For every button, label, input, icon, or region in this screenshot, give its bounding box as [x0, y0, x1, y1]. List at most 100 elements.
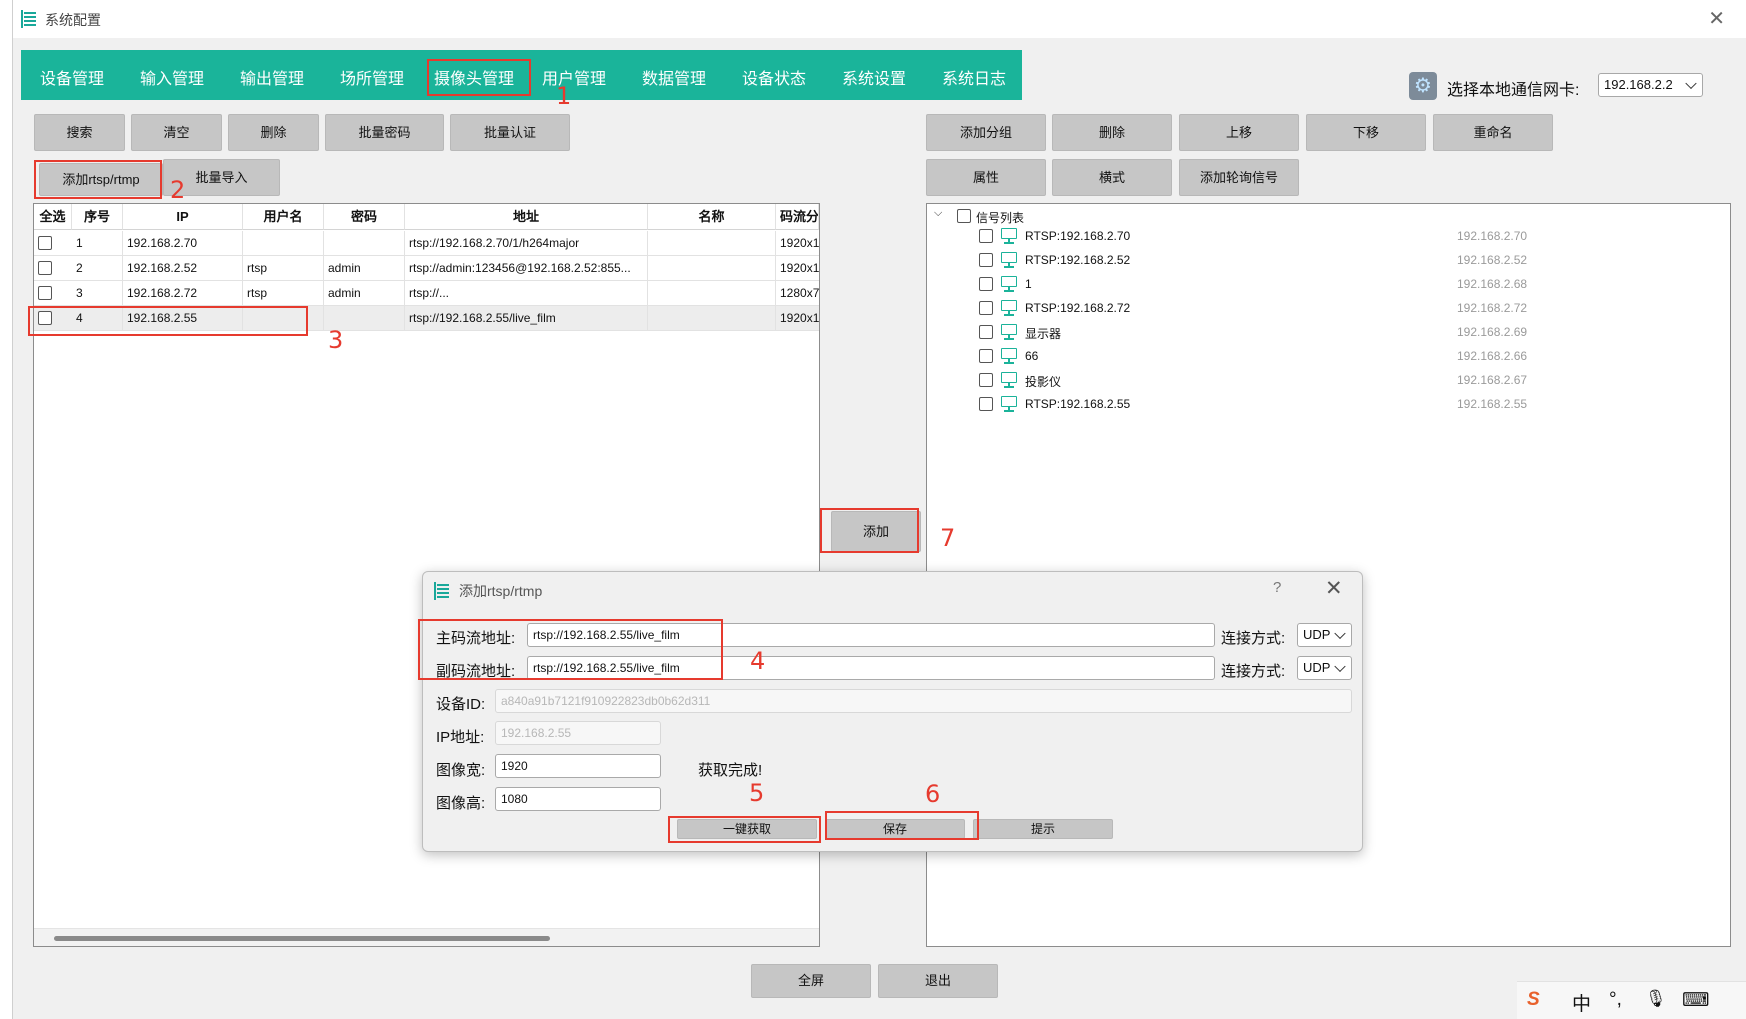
tab-system-settings[interactable]: 系统设置 — [842, 65, 906, 89]
title-bar[interactable]: 系统配置 ✕ — [13, 0, 1746, 38]
row-username — [243, 231, 324, 256]
row-name — [648, 231, 776, 256]
tree-item-ip: 192.168.2.72 — [1457, 301, 1528, 315]
annotation-box-7 — [820, 508, 919, 553]
tab-system-log[interactable]: 系统日志 — [942, 65, 1006, 89]
tree-item[interactable]: 66 192.168.2.66 — [979, 346, 1679, 368]
ime-lang-toggle[interactable]: 中 — [1572, 989, 1591, 1016]
tab-data-mgmt[interactable]: 数据管理 — [642, 65, 706, 89]
scrollbar-thumb[interactable] — [54, 936, 550, 941]
batch-auth-button[interactable]: 批量认证 — [450, 114, 570, 151]
add-polling-signal-button[interactable]: 添加轮询信号 — [1179, 159, 1299, 196]
move-down-button[interactable]: 下移 — [1306, 114, 1426, 151]
tree-item-checkbox[interactable] — [979, 397, 993, 411]
delete-button[interactable]: 删除 — [228, 114, 319, 151]
row-password — [324, 231, 405, 256]
tree-item-checkbox[interactable] — [979, 229, 993, 243]
tree-item[interactable]: RTSP:192.168.2.72 192.168.2.72 — [979, 298, 1679, 320]
annotation-number-1: 1 — [556, 82, 572, 110]
tree-delete-button[interactable]: 删除 — [1052, 114, 1172, 151]
tree-item-checkbox[interactable] — [979, 325, 993, 339]
tab-output-mgmt[interactable]: 输出管理 — [240, 65, 304, 89]
ip-input[interactable]: 192.168.2.55 — [495, 721, 661, 745]
properties-button[interactable]: 属性 — [926, 159, 1046, 196]
help-icon[interactable]: ? — [1273, 579, 1281, 596]
tree-item-label: RTSP:192.168.2.55 — [1025, 397, 1131, 411]
tab-user-mgmt[interactable]: 用户管理 — [542, 65, 606, 89]
tree-item[interactable]: RTSP:192.168.2.70 192.168.2.70 — [979, 226, 1679, 248]
sub-conn-select[interactable]: UDP — [1297, 656, 1352, 680]
row-checkbox[interactable] — [38, 236, 52, 250]
tree-item-label: RTSP:192.168.2.70 — [1025, 229, 1131, 243]
row-checkbox[interactable] — [38, 286, 52, 300]
annotation-box-1 — [427, 59, 531, 96]
row-checkbox[interactable] — [38, 261, 52, 275]
row-stream: 1920x1 — [780, 261, 819, 275]
row-ip: 192.168.2.72 — [123, 281, 243, 306]
annotation-number-5: 5 — [749, 779, 765, 807]
tab-device-mgmt[interactable]: 设备管理 — [40, 65, 104, 89]
keyboard-icon[interactable]: ⌨ — [1682, 989, 1709, 1012]
table-row[interactable]: 1 192.168.2.70 rtsp://192.168.2.70/1/h26… — [34, 231, 819, 256]
ime-logo-icon[interactable]: S — [1527, 989, 1540, 1011]
screen: 系统配置 ✕ 设备管理 输入管理 输出管理 场所管理 摄像头管理 用户管理 数据… — [0, 0, 1746, 1019]
height-input[interactable]: 1080 — [495, 787, 661, 811]
tree-item-label: RTSP:192.168.2.72 — [1025, 301, 1131, 315]
col-ip: IP — [123, 204, 243, 230]
chevron-down-icon — [1334, 627, 1346, 640]
row-index: 3 — [72, 281, 123, 306]
search-button[interactable]: 搜索 — [34, 114, 125, 151]
rename-button[interactable]: 重命名 — [1433, 114, 1553, 151]
tree-item[interactable]: 1 192.168.2.68 — [979, 274, 1679, 296]
tab-venue-mgmt[interactable]: 场所管理 — [340, 65, 404, 89]
microphone-icon[interactable]: 🎙 — [1645, 989, 1667, 1009]
tree-item[interactable]: RTSP:192.168.2.52 192.168.2.52 — [979, 250, 1679, 272]
row-name — [648, 256, 776, 281]
tree-item-checkbox[interactable] — [979, 253, 993, 267]
horizontal-scrollbar[interactable] — [34, 928, 819, 946]
fullscreen-button[interactable]: 全屏 — [751, 964, 871, 998]
col-select-all[interactable]: 全选 — [34, 204, 72, 230]
tree-item-ip: 192.168.2.52 — [1457, 253, 1528, 267]
gear-icon[interactable]: ⚙ — [1409, 72, 1437, 100]
nic-select[interactable]: 192.168.2.2 — [1598, 73, 1703, 97]
tree-item[interactable]: 显示器 192.168.2.69 — [979, 322, 1679, 344]
table-row[interactable]: 2 192.168.2.52 rtsp admin rtsp://admin:1… — [34, 256, 819, 281]
exit-button[interactable]: 退出 — [878, 964, 998, 998]
move-up-button[interactable]: 上移 — [1179, 114, 1299, 151]
row-stream: 1920x1 — [780, 311, 819, 325]
close-icon[interactable]: ✕ — [1325, 576, 1343, 601]
tree-item-ip: 192.168.2.68 — [1457, 277, 1528, 291]
batch-password-button[interactable]: 批量密码 — [325, 114, 444, 151]
annotation-number-6: 6 — [925, 780, 941, 808]
chevron-down-icon[interactable]: ⌵ — [934, 207, 942, 220]
tree-root[interactable]: ⌵ 信号列表 — [927, 206, 1730, 228]
tree-item[interactable]: 投影仪 192.168.2.67 — [979, 370, 1679, 392]
monitor-icon — [1001, 252, 1019, 268]
clear-button[interactable]: 清空 — [131, 114, 222, 151]
tab-device-status[interactable]: 设备状态 — [742, 65, 806, 89]
horizontal-button[interactable]: 横式 — [1052, 159, 1172, 196]
tree-item-checkbox[interactable] — [979, 373, 993, 387]
tree-item-label: 投影仪 — [1025, 375, 1062, 389]
tree-item[interactable]: RTSP:192.168.2.55 192.168.2.55 — [979, 394, 1679, 416]
app-icon — [21, 10, 39, 28]
tree-root-checkbox[interactable] — [957, 209, 971, 223]
monitor-icon — [1001, 300, 1019, 316]
close-icon[interactable]: ✕ — [1708, 9, 1725, 29]
tree-item-checkbox[interactable] — [979, 277, 993, 291]
annotation-box-6 — [825, 811, 979, 840]
device-id-input[interactable]: a840a91b7121f910922823db0b62d311 — [495, 689, 1352, 713]
tree-item-checkbox[interactable] — [979, 301, 993, 315]
hint-button[interactable]: 提示 — [973, 819, 1113, 839]
tree-item-checkbox[interactable] — [979, 349, 993, 363]
table-row[interactable]: 3 192.168.2.72 rtsp admin rtsp://... 128… — [34, 281, 819, 306]
tab-input-mgmt[interactable]: 输入管理 — [140, 65, 204, 89]
main-conn-select[interactable]: UDP — [1297, 623, 1352, 647]
add-group-button[interactable]: 添加分组 — [926, 114, 1046, 151]
width-input[interactable]: 1920 — [495, 754, 661, 778]
col-username: 用户名 — [243, 204, 324, 230]
ime-punct-toggle[interactable]: °, — [1609, 989, 1622, 1011]
chevron-down-icon — [1685, 77, 1697, 90]
tree-item-ip: 192.168.2.70 — [1457, 229, 1528, 243]
